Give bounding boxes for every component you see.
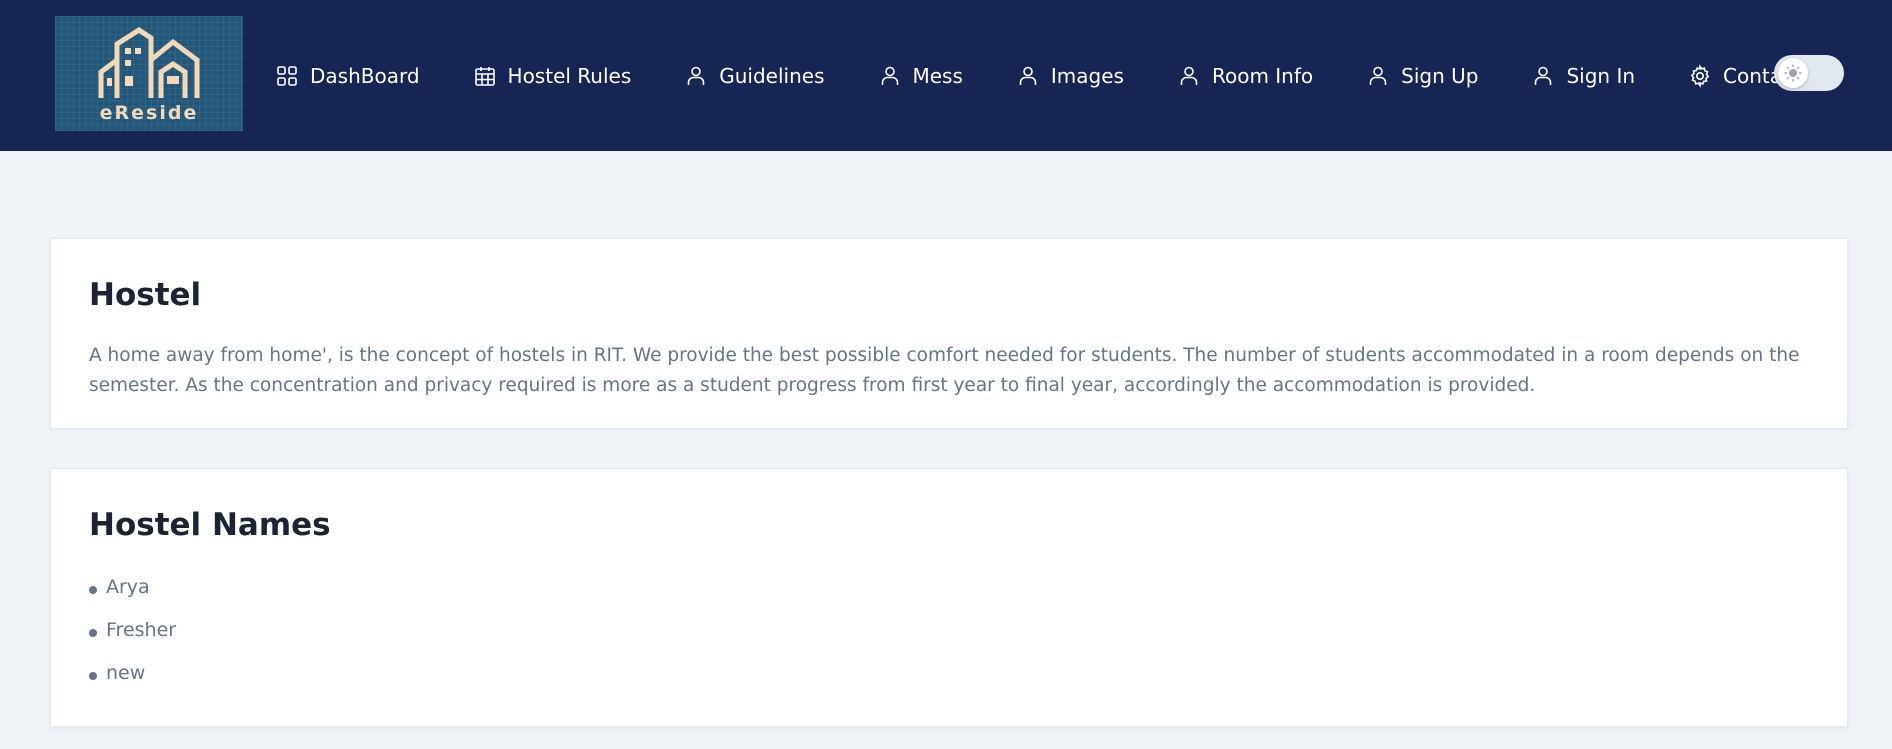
hostel-description: A home away from home', is the concept o…	[89, 345, 1800, 396]
hostel-names-card: Hostel Names Arya Fresher new	[50, 468, 1848, 727]
nav-item-hostel-rules[interactable]: Hostel Rules	[473, 63, 632, 88]
user-icon	[1177, 64, 1201, 88]
hostel-card: Hostel A home away from home', is the co…	[50, 238, 1848, 429]
user-icon	[684, 64, 708, 88]
sun-icon	[1784, 64, 1802, 82]
list-item: new	[89, 651, 1809, 694]
nav-item-sign-up[interactable]: Sign Up	[1366, 64, 1478, 88]
user-icon	[1016, 64, 1040, 88]
nav-item-label: Sign Up	[1401, 63, 1479, 88]
nav-item-label: Hostel Rules	[507, 63, 632, 88]
logo-text: eReside	[99, 102, 199, 124]
user-icon	[1531, 64, 1555, 88]
nav-item-label: Images	[1050, 63, 1124, 88]
ereside-logo[interactable]: eReside	[55, 16, 243, 131]
nav-item-guidelines[interactable]: Guidelines	[684, 63, 825, 88]
nav-item-room-info[interactable]: Room Info	[1177, 64, 1313, 88]
user-icon	[878, 64, 902, 88]
hostel-card-title: Hostel	[89, 277, 202, 313]
nav-item-label: Mess	[912, 63, 963, 88]
theme-toggle[interactable]	[1774, 55, 1844, 91]
list-item: Fresher	[89, 608, 1809, 651]
list-item: Arya	[89, 565, 1809, 608]
hostel-names-title: Hostel Names	[89, 507, 331, 543]
nav-item-label: Guidelines	[719, 63, 825, 88]
building-logo-icon	[98, 27, 200, 98]
user-icon	[1366, 64, 1390, 88]
top-header: eReside DashBoard Hostel Rules Guideline…	[0, 0, 1892, 151]
nav-item-label: DashBoard	[310, 63, 420, 88]
grid-icon	[275, 64, 299, 88]
nav-item-dashboard[interactable]: DashBoard	[275, 64, 420, 88]
toggle-knob	[1778, 58, 1808, 88]
calendar-icon	[473, 64, 497, 88]
nav-item-label: Room Info	[1211, 63, 1314, 88]
gear-icon	[1688, 63, 1712, 88]
nav-item-images[interactable]: Images	[1016, 64, 1124, 88]
nav-item-label: Sign In	[1566, 63, 1636, 88]
nav-item-sign-in[interactable]: Sign In	[1531, 64, 1635, 88]
main-nav: DashBoard Hostel Rules Guidelines Mess I…	[275, 0, 1854, 151]
nav-item-mess[interactable]: Mess	[878, 64, 963, 88]
hostel-names-list: Arya Fresher new	[89, 565, 1809, 694]
